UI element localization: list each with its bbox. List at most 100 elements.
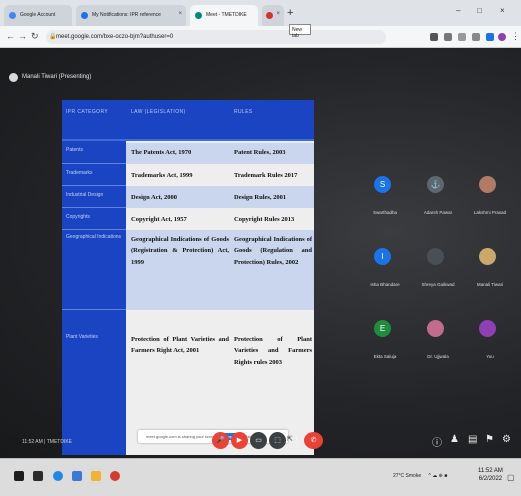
participant-tile[interactable]: Lakshmi Prasad	[462, 166, 518, 224]
meet-stage: Manali Tiwari (Presenting) IPR CATEGORY …	[0, 48, 521, 458]
participant-tile[interactable]: Dr. Ujjwala	[410, 310, 466, 368]
table-row: Patents The Patents Act, 1970 Patent Rul…	[62, 143, 314, 164]
row-category: Trademarks	[66, 170, 93, 176]
presenter-label: Manali Tiwari (Presenting)	[9, 73, 91, 82]
tab-recording[interactable]: ×	[262, 5, 284, 26]
browser-menu-icon[interactable]: ⋮	[511, 31, 520, 42]
profile-avatar-icon[interactable]	[498, 33, 506, 41]
tray-icons[interactable]: ^ ☁ ⊕ ■	[429, 473, 448, 479]
participant-tile[interactable]: Manali Tiwari	[462, 238, 518, 296]
row-rule: Trademark Rules 2017	[234, 172, 298, 179]
participant-tile[interactable]: Shreya Gaikwad	[410, 238, 466, 296]
mic-toggle-button[interactable]: 🎤	[212, 432, 229, 449]
store-icon[interactable]	[72, 471, 82, 481]
camera-toggle-button[interactable]: ▶	[231, 432, 248, 449]
participant-tile[interactable]: I Isha Bhandare	[357, 238, 413, 296]
row-act: Trademarks Act, 1999	[131, 172, 193, 179]
participant-tile[interactable]: E Ekta Saluja	[357, 310, 413, 368]
extensions-puzzle-icon[interactable]	[486, 33, 494, 41]
participant-photo	[427, 248, 444, 265]
recording-dot-icon	[266, 12, 273, 19]
clock-time: 11:52 AM	[478, 468, 503, 474]
new-tab-button[interactable]: +	[287, 7, 293, 19]
table-row: Industrial Design Design Act, 2000 Desig…	[62, 186, 314, 208]
close-tab-icon[interactable]: ×	[276, 11, 280, 17]
close-tab-icon[interactable]: ×	[178, 11, 182, 17]
extension-icon[interactable]	[472, 33, 480, 41]
meeting-details-icon[interactable]: ⓘ	[432, 434, 442, 449]
row-category: Copyrights	[66, 214, 90, 220]
file-explorer-icon[interactable]	[91, 471, 101, 481]
host-controls-icon[interactable]: ⚙	[502, 434, 511, 445]
row-act: The Patents Act, 1970	[131, 149, 192, 156]
clock-date: 6/2/2022	[478, 476, 503, 483]
windows-start-icon[interactable]	[14, 471, 24, 481]
minimize-button[interactable]: –	[456, 6, 460, 15]
camera-indicator-icon[interactable]	[430, 33, 438, 41]
table-row: Plant Varieties Protection of Plant Vari…	[62, 310, 314, 420]
tab-google-account[interactable]: Google Account	[4, 5, 72, 26]
share-icon[interactable]	[444, 33, 452, 41]
participant-tile[interactable]: You	[462, 310, 518, 368]
notification-icon[interactable]: ▢	[507, 473, 515, 482]
table-row: Geographical Indications Geographical In…	[62, 230, 314, 310]
tab-notifications[interactable]: My Notifications: IPR reference ×	[76, 5, 186, 26]
reload-icon[interactable]: ↻	[31, 31, 39, 42]
row-rule: Copyright Rules 2013	[234, 216, 295, 223]
maximize-button[interactable]: □	[477, 6, 482, 15]
google-favicon-icon	[9, 12, 16, 19]
participant-avatar: S	[374, 176, 391, 193]
close-window-button[interactable]: ×	[500, 6, 505, 15]
participant-tile[interactable]: S Swarthadha	[357, 166, 413, 224]
lock-icon: 🔒	[49, 34, 57, 40]
participant-tile[interactable]: ⚓ Adarsh Pawar	[410, 166, 466, 224]
participant-name: Manali Tiwari	[476, 282, 504, 287]
header-law: LAW (LEGISLATION)	[131, 109, 186, 115]
participant-avatar: I	[374, 248, 391, 265]
row-category: Patents	[66, 147, 83, 153]
present-now-button[interactable]: ⬚	[269, 432, 286, 449]
meeting-time-code: 11:52 AM | TMETDIKE	[22, 439, 73, 445]
row-rule: Patent Rules, 2003	[234, 149, 286, 156]
participant-name: Adarsh Pawar	[423, 210, 453, 215]
forward-arrow-icon[interactable]: →	[18, 31, 27, 41]
taskbar-clock[interactable]: 11:52 AM 6/2/2022	[478, 467, 503, 484]
system-tray: 27°C Smoke ^ ☁ ⊕ ■	[393, 473, 447, 479]
classroom-favicon-icon	[81, 12, 88, 19]
activities-icon[interactable]: ⚑	[485, 434, 494, 445]
participant-photo	[479, 320, 496, 337]
task-view-icon[interactable]	[33, 471, 43, 481]
row-category: Geographical Indications	[66, 234, 122, 240]
people-icon[interactable]: ♟	[450, 434, 459, 445]
tab-meet[interactable]: Meet - TMETDIKE	[190, 5, 258, 26]
chat-icon[interactable]: ▤	[468, 434, 477, 445]
browser-tab-bar: Google Account My Notifications: IPR ref…	[0, 0, 521, 26]
shared-screen-slide: IPR CATEGORY LAW (LEGISLATION) RULES Pat…	[62, 100, 314, 455]
participant-avatar: E	[374, 320, 391, 337]
header-category: IPR CATEGORY	[66, 109, 109, 115]
table-row: Trademarks Trademarks Act, 1999 Trademar…	[62, 164, 314, 186]
tab-label: Meet - TMETDIKE	[206, 12, 247, 18]
more-options-button[interactable]: ⋮	[288, 432, 305, 449]
row-act: Design Act, 2000	[131, 194, 178, 201]
row-rule: Protection of Plant Varieties and Farmer…	[234, 336, 312, 366]
back-arrow-icon[interactable]: ←	[6, 31, 15, 41]
leave-call-button[interactable]: ✆	[304, 432, 323, 449]
row-act: Protection of Plant Varieties and Farmer…	[131, 336, 229, 355]
participant-name: Shreya Gaikwad	[421, 282, 455, 287]
participant-photo	[479, 176, 496, 193]
screen: Google Account My Notifications: IPR ref…	[0, 0, 521, 496]
weather-widget[interactable]: 27°C Smoke	[393, 473, 421, 479]
row-rule: Geographical Indications of Goods (Regul…	[234, 236, 312, 266]
row-act: Copyright Act, 1957	[131, 216, 187, 223]
edge-icon[interactable]	[53, 471, 63, 481]
captions-button[interactable]: ▭	[250, 432, 267, 449]
chrome-icon[interactable]	[110, 471, 120, 481]
header-rules: RULES	[234, 109, 253, 115]
bookmark-star-icon[interactable]	[458, 33, 466, 41]
row-category: Industrial Design	[66, 192, 104, 198]
url-input[interactable]: 🔒 meet.google.com/bxe-oczo-bjm?authuser=…	[46, 30, 386, 44]
new-tab-tooltip: New tab	[289, 24, 311, 39]
participant-name: Swarthadha	[372, 210, 398, 215]
table-row: Copyrights Copyright Act, 1957 Copyright…	[62, 208, 314, 230]
